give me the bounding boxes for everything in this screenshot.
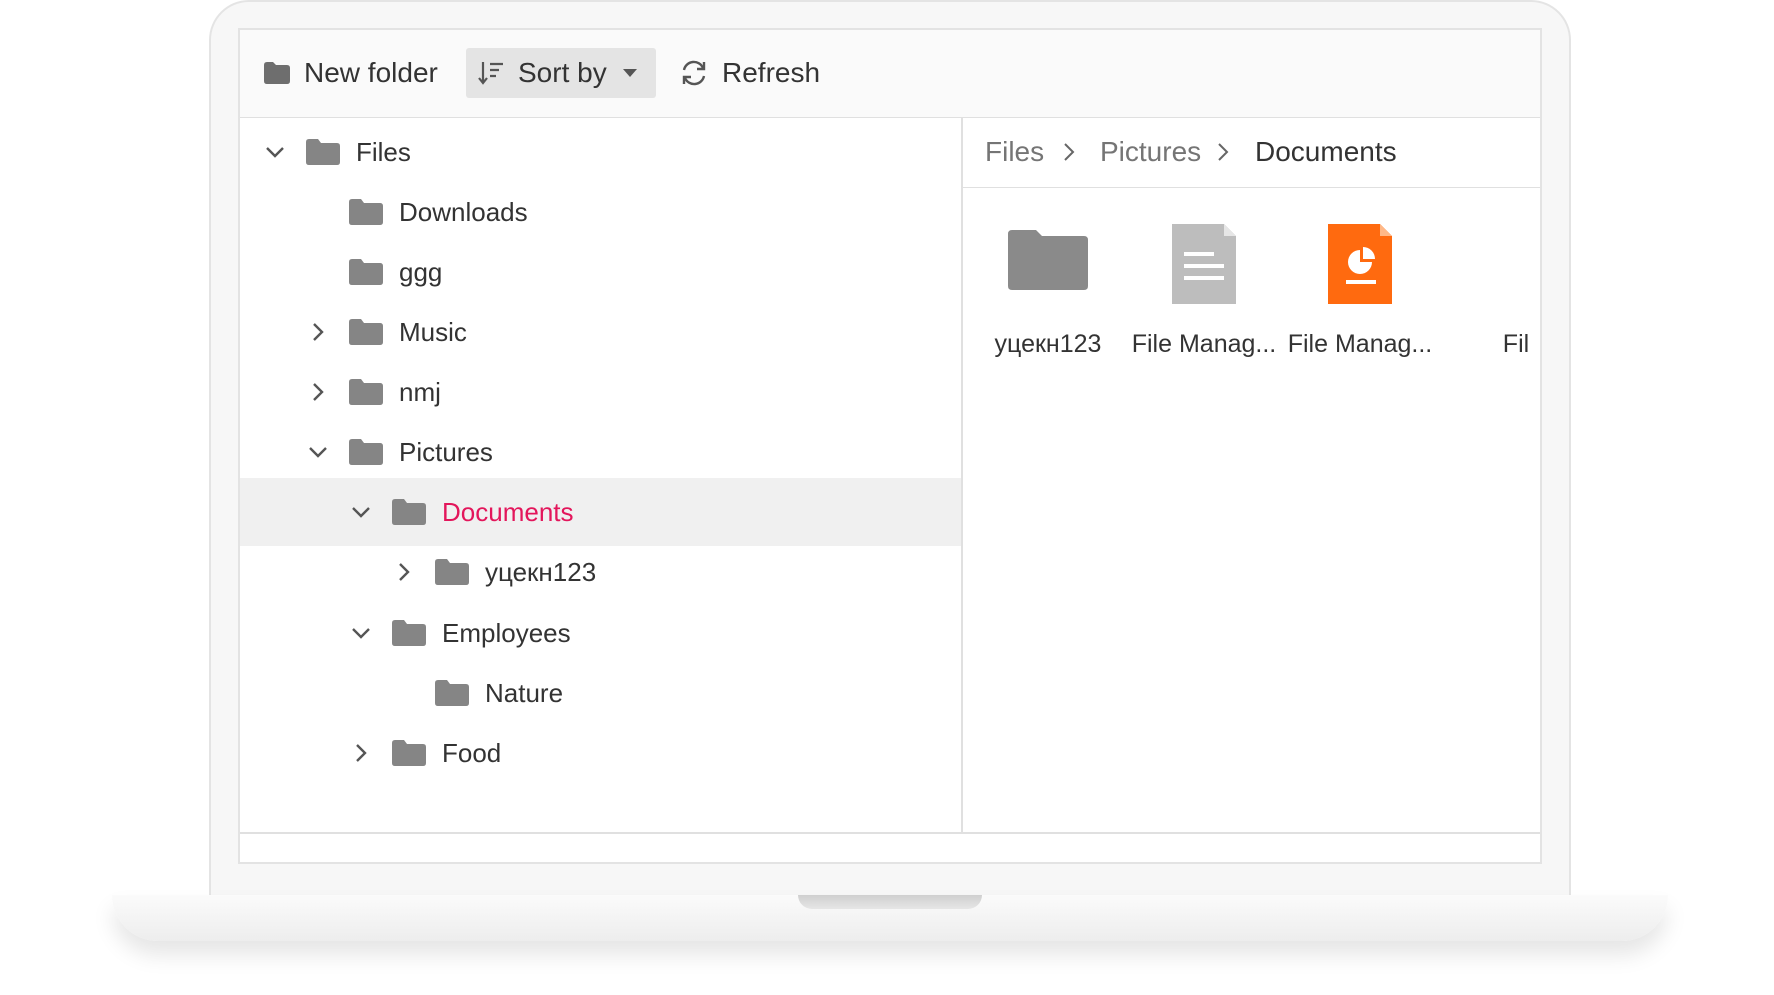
document-icon xyxy=(1172,224,1236,304)
tree-node-label: Downloads xyxy=(399,197,528,227)
file-item[interactable]: Fil xyxy=(1436,218,1540,368)
chevron-down-icon[interactable] xyxy=(350,622,372,644)
file-manager-window: New folder Sort by Refresh Files Download… xyxy=(238,28,1542,864)
chevron-right-icon xyxy=(1064,143,1075,161)
breadcrumb-files[interactable]: Files xyxy=(985,136,1044,168)
sort-by-button[interactable]: Sort by xyxy=(466,48,656,98)
folder-icon xyxy=(349,319,383,345)
folder-icon xyxy=(435,559,469,585)
new-folder-button[interactable]: New folder xyxy=(264,48,438,98)
tree-node[interactable]: ggg xyxy=(240,238,961,306)
chevron-down-icon[interactable] xyxy=(307,441,329,463)
folder-icon xyxy=(264,62,290,84)
tree-node-label: ggg xyxy=(399,257,443,287)
navigation-tree: Files Downloads ggg Music nmj Pictures Documen… xyxy=(240,118,963,836)
tree-node[interactable]: Music xyxy=(240,298,961,366)
tree-node-label: Documents xyxy=(442,497,574,527)
tree-node[interactable]: Downloads xyxy=(240,178,961,246)
folder-icon xyxy=(349,199,383,225)
tree-node[interactable]: Employees xyxy=(240,599,961,667)
tree-node[interactable]: Food xyxy=(240,719,961,787)
folder-icon xyxy=(349,379,383,405)
file-grid: уцекн123 File Manag... File Manag... Fil xyxy=(963,188,1540,836)
chevron-down-icon[interactable] xyxy=(350,501,372,523)
tree-node[interactable]: Nature xyxy=(240,659,961,727)
toolbar: New folder Sort by Refresh xyxy=(240,30,1540,118)
file-name: File Manag... xyxy=(1287,330,1433,358)
caret-down-icon xyxy=(622,69,637,77)
laptop-base xyxy=(112,895,1668,941)
tree-node[interactable]: nmj xyxy=(240,358,961,426)
tree-node[interactable]: Pictures xyxy=(240,418,961,486)
folder-icon xyxy=(1008,230,1088,290)
tree-node-label: nmj xyxy=(399,377,441,407)
breadcrumb-pictures[interactable]: Pictures xyxy=(1100,136,1201,168)
file-name: File Manag... xyxy=(1131,330,1277,358)
folder-icon xyxy=(392,499,426,525)
folder-icon xyxy=(349,439,383,465)
chevron-right-icon[interactable] xyxy=(307,321,329,343)
chevron-down-icon[interactable] xyxy=(264,141,286,163)
folder-icon xyxy=(435,680,469,706)
chevron-right-icon xyxy=(1218,143,1229,161)
tree-node-label: уцекн123 xyxy=(485,557,597,587)
breadcrumb-documents: Documents xyxy=(1255,136,1397,167)
file-item[interactable]: уцекн123 xyxy=(968,218,1128,368)
presentation-icon xyxy=(1328,224,1392,304)
laptop-notch xyxy=(798,895,982,909)
sort-icon xyxy=(478,62,503,85)
folder-icon xyxy=(349,259,383,285)
chevron-right-icon[interactable] xyxy=(393,561,415,583)
file-item[interactable]: File Manag... xyxy=(1124,218,1284,368)
refresh-button[interactable]: Refresh xyxy=(680,48,820,98)
folder-icon xyxy=(306,139,340,165)
new-folder-label: New folder xyxy=(304,57,438,88)
chevron-right-icon[interactable] xyxy=(350,742,372,764)
refresh-label: Refresh xyxy=(722,57,821,88)
sort-by-label: Sort by xyxy=(518,57,607,88)
tree-node[interactable]: уцекн123 xyxy=(240,538,961,606)
refresh-icon xyxy=(682,60,706,86)
file-name: уцекн123 xyxy=(994,330,1102,358)
file-name: Fil xyxy=(1502,330,1530,358)
tree-node[interactable]: Files xyxy=(240,118,961,186)
folder-icon xyxy=(392,740,426,766)
tree-node-label: Employees xyxy=(442,618,571,648)
tree-node-label: Pictures xyxy=(399,437,493,467)
file-item[interactable]: File Manag... xyxy=(1280,218,1440,368)
tree-node-label: Music xyxy=(399,317,467,347)
status-bar xyxy=(240,832,1540,862)
breadcrumb: Files Pictures Documents xyxy=(963,118,1540,188)
folder-icon xyxy=(392,620,426,646)
tree-node-label: Food xyxy=(442,738,502,768)
tree-node-label: Nature xyxy=(485,678,564,708)
tree-node-label: Files xyxy=(356,137,411,167)
tree-node[interactable]: Documents xyxy=(240,478,961,546)
chevron-right-icon[interactable] xyxy=(307,381,329,403)
